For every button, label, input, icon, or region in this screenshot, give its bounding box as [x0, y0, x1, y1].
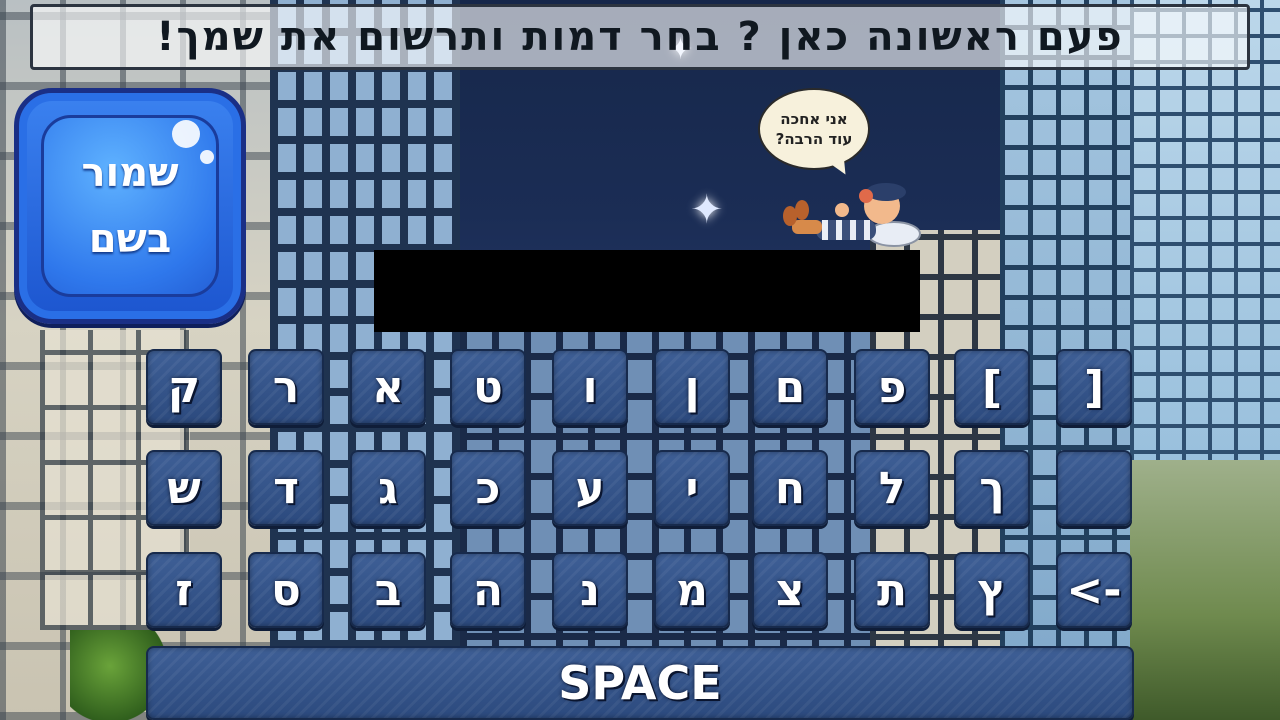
speech-bubble-line1: אני אחכה — [780, 110, 848, 128]
space-key[interactable]: SPACE — [146, 646, 1134, 720]
sleeping-character — [783, 183, 921, 247]
key-yod[interactable]: י — [654, 450, 730, 526]
save-button-label-line2: בשם — [88, 216, 172, 262]
key-final-tsadi[interactable]: ץ — [954, 552, 1030, 628]
building-far-right-lower — [1130, 460, 1280, 720]
key-mem[interactable]: מ — [654, 552, 730, 628]
gloss-highlight — [200, 150, 214, 164]
key-he[interactable]: ה — [450, 552, 526, 628]
banner-text: פעם ראשונה כאן ? בחר דמות ותרשום את שמך! — [156, 14, 1124, 60]
save-name-button[interactable]: שמור בשם — [14, 88, 246, 324]
sparkle-star-icon: ✦ — [690, 187, 724, 233]
save-button-label-line1: שמור — [81, 150, 179, 196]
key-kaf[interactable]: כ — [450, 450, 526, 526]
key-bet[interactable]: ב — [350, 552, 426, 628]
key-bracket-open[interactable]: [ — [954, 349, 1030, 425]
key-zayin[interactable]: ז — [146, 552, 222, 628]
key-vav[interactable]: ו — [552, 349, 628, 425]
key-gimel[interactable]: ג — [350, 450, 426, 526]
key-alef[interactable]: א — [350, 349, 426, 425]
building-far-right — [1130, 0, 1280, 480]
key-final-mem[interactable]: ם — [752, 349, 828, 425]
key-bracket-close[interactable]: ] — [1056, 349, 1132, 425]
name-display-field — [374, 250, 920, 332]
key-tet[interactable]: ט — [450, 349, 526, 425]
key-lamed[interactable]: ל — [854, 450, 930, 526]
key-qof[interactable]: ק — [146, 349, 222, 425]
gloss-highlight — [172, 120, 200, 148]
speech-bubble: אני אחכה עוד הרבה? — [758, 88, 870, 170]
key-het[interactable]: ח — [752, 450, 828, 526]
backspace-key[interactable]: <- — [1056, 552, 1132, 628]
instruction-banner: פעם ראשונה כאן ? בחר דמות ותרשום את שמך! — [30, 4, 1250, 70]
key-final-kaf[interactable]: ך — [954, 450, 1030, 526]
key-ayin[interactable]: ע — [552, 450, 628, 526]
key-dalet[interactable]: ד — [248, 450, 324, 526]
key-tsadi[interactable]: צ — [752, 552, 828, 628]
key-final-nun[interactable]: ן — [654, 349, 730, 425]
key-pe[interactable]: פ — [854, 349, 930, 425]
key-samekh[interactable]: ס — [248, 552, 324, 628]
key-nun[interactable]: נ — [552, 552, 628, 628]
key-resh[interactable]: ר — [248, 349, 324, 425]
key-tav[interactable]: ת — [854, 552, 930, 628]
speech-bubble-line2: עוד הרבה? — [775, 130, 853, 148]
key-shin[interactable]: ש — [146, 450, 222, 526]
key-blank[interactable] — [1056, 450, 1132, 526]
